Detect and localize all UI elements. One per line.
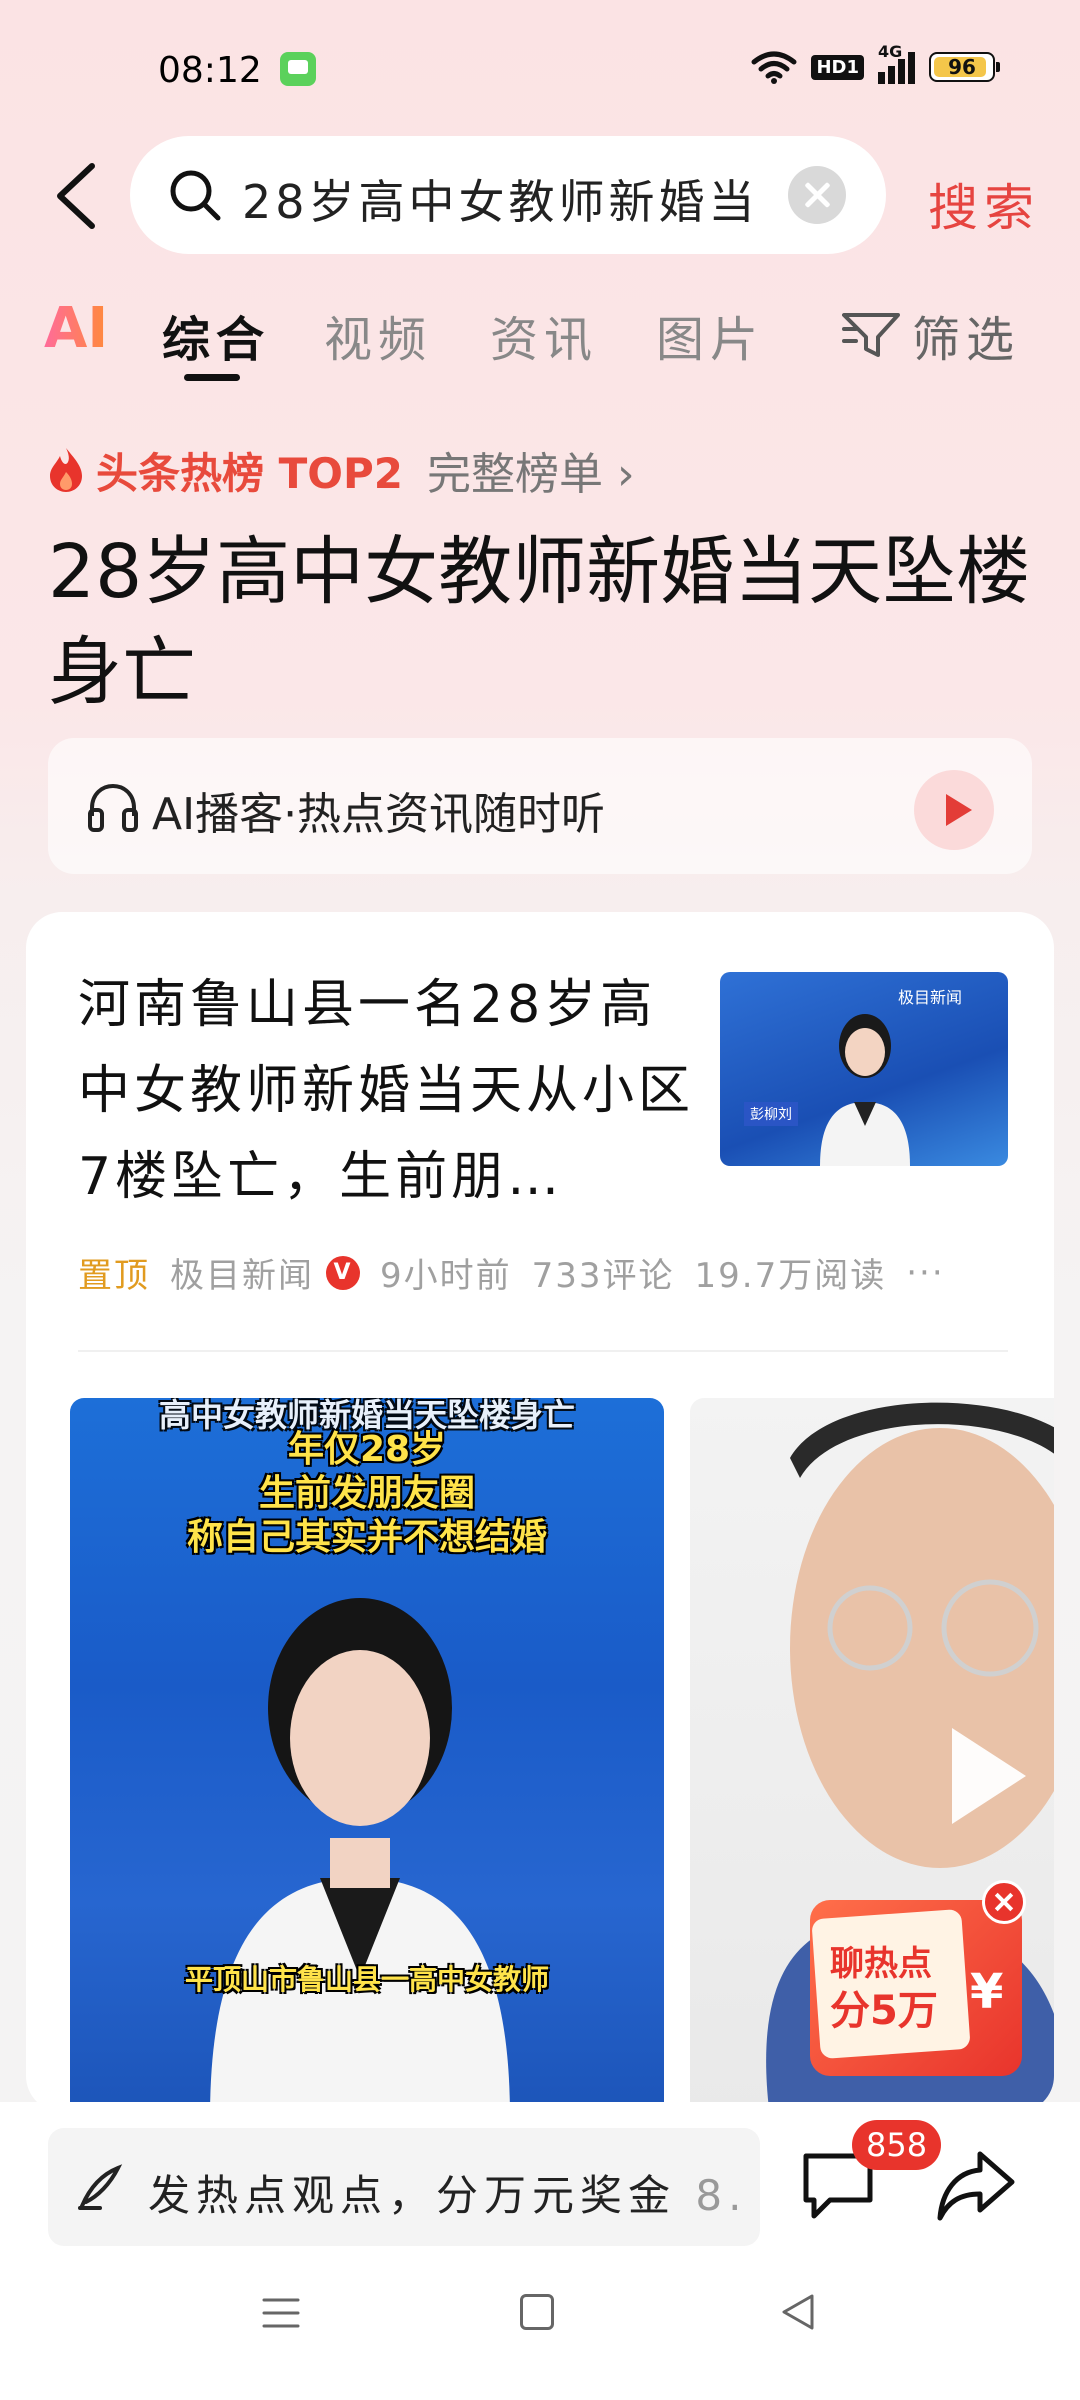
search-query[interactable]: 28岁高中女教师新婚当 [242, 166, 882, 232]
yen-icon: ¥ [970, 1964, 1004, 2020]
message-app-icon [280, 52, 316, 86]
ai-tab[interactable]: AI [44, 296, 108, 361]
verified-icon: V [326, 1255, 360, 1290]
article-comments: 733评论 [531, 1256, 675, 1296]
hot-ranking-row: 头条热榜 TOP2 完整榜单 › [46, 438, 635, 502]
ai-podcast-bar[interactable]: AI播客·热点资讯随时听 [48, 738, 1032, 874]
share-icon[interactable] [936, 2148, 1016, 2224]
thumb-anchor-name: 彭柳刘 [744, 1102, 798, 1126]
search-icon [170, 170, 221, 221]
search-input[interactable]: 28岁高中女教师新婚当 [130, 136, 886, 254]
battery-level: 96 [948, 55, 976, 79]
home-icon[interactable] [520, 2294, 554, 2330]
article-title[interactable]: 河南鲁山县一名28岁高中女教师新婚当天从小区7楼坠亡，生前朋… [78, 962, 698, 1220]
article-time: 9小时前 [380, 1256, 512, 1296]
hd-icon: HD1 [811, 54, 864, 80]
tab-video[interactable]: 视频 [324, 300, 432, 370]
tab-comprehensive[interactable]: 综合 [162, 300, 270, 370]
tab-bar: AI 综合 视频 资讯 图片 筛选 [0, 290, 1080, 390]
system-nav-bar [0, 2260, 1080, 2400]
page-title: 28岁高中女教师新婚当天坠楼身亡 [48, 529, 1031, 715]
pinned-badge: 置顶 [78, 1256, 150, 1296]
filter-icon [842, 313, 900, 357]
filter-label: 筛选 [912, 312, 1021, 368]
back-arrow-icon[interactable] [48, 160, 108, 232]
status-time: 08:12 [158, 50, 262, 91]
play-icon[interactable] [952, 1728, 1026, 1824]
headphone-icon [88, 783, 138, 832]
podcast-label: AI播客·热点资讯随时听 [152, 789, 606, 840]
comment-count-badge: 858 [852, 2120, 942, 2170]
article-source[interactable]: 极目新闻 [170, 1248, 314, 1297]
pen-icon [78, 2164, 123, 2210]
video-thumbnail-1[interactable]: 高中女教师新婚当天坠楼身亡 年仅28岁 生前发朋友圈 称自己其实并不想结婚 平顶… [70, 1398, 664, 2112]
more-icon[interactable]: ··· [906, 1253, 944, 1293]
clear-icon[interactable] [788, 166, 846, 224]
tab-active-indicator [184, 374, 240, 381]
divider [78, 1350, 1008, 1352]
play-icon[interactable] [914, 770, 994, 850]
thumb-logo: 极目新闻 [898, 988, 963, 1007]
network-type: 4G [878, 42, 903, 61]
nav-back-icon[interactable] [780, 2292, 816, 2332]
flame-icon [50, 448, 82, 492]
comment-input[interactable]: 发热点观点，分万元奖金 8. [48, 2128, 760, 2246]
article-thumbnail[interactable]: 极目新闻 彭柳刘 [720, 972, 1008, 1166]
wifi-icon [751, 51, 797, 84]
news-anchor-image [210, 1598, 510, 2112]
promo-badge[interactable]: 聊热点 分5万 ¥ [810, 1880, 1026, 2080]
filter-button[interactable]: 筛选 [842, 300, 1020, 370]
search-button[interactable]: 搜索 [928, 168, 1040, 240]
full-list-link[interactable]: 完整榜单 › [427, 438, 635, 502]
status-bar: 08:12 HD1 4G 96 [0, 0, 1080, 140]
battery-icon: 96 [929, 52, 1000, 82]
news-anchor-image [820, 1014, 910, 1166]
promo-line-2: 分5万 [830, 1988, 938, 2034]
article-meta: 置顶 极目新闻 V 9小时前 733评论 19.7万阅读 ··· [78, 1248, 945, 1297]
tab-images[interactable]: 图片 [656, 300, 764, 370]
signal-icon: 4G [878, 42, 915, 84]
video-subtitle: 平顶山市鲁山县一高中女教师 [184, 1963, 549, 1996]
comment-placeholder: 发热点观点，分万元奖金 8. [148, 2171, 738, 2220]
tab-news[interactable]: 资讯 [490, 300, 598, 370]
status-icons: HD1 4G 96 [751, 42, 1000, 84]
close-icon[interactable] [982, 1880, 1026, 1924]
article-reads: 19.7万阅读 [694, 1256, 887, 1296]
hot-rank-label: 头条热榜 TOP2 [96, 448, 403, 498]
menu-icon[interactable] [262, 2296, 300, 2330]
